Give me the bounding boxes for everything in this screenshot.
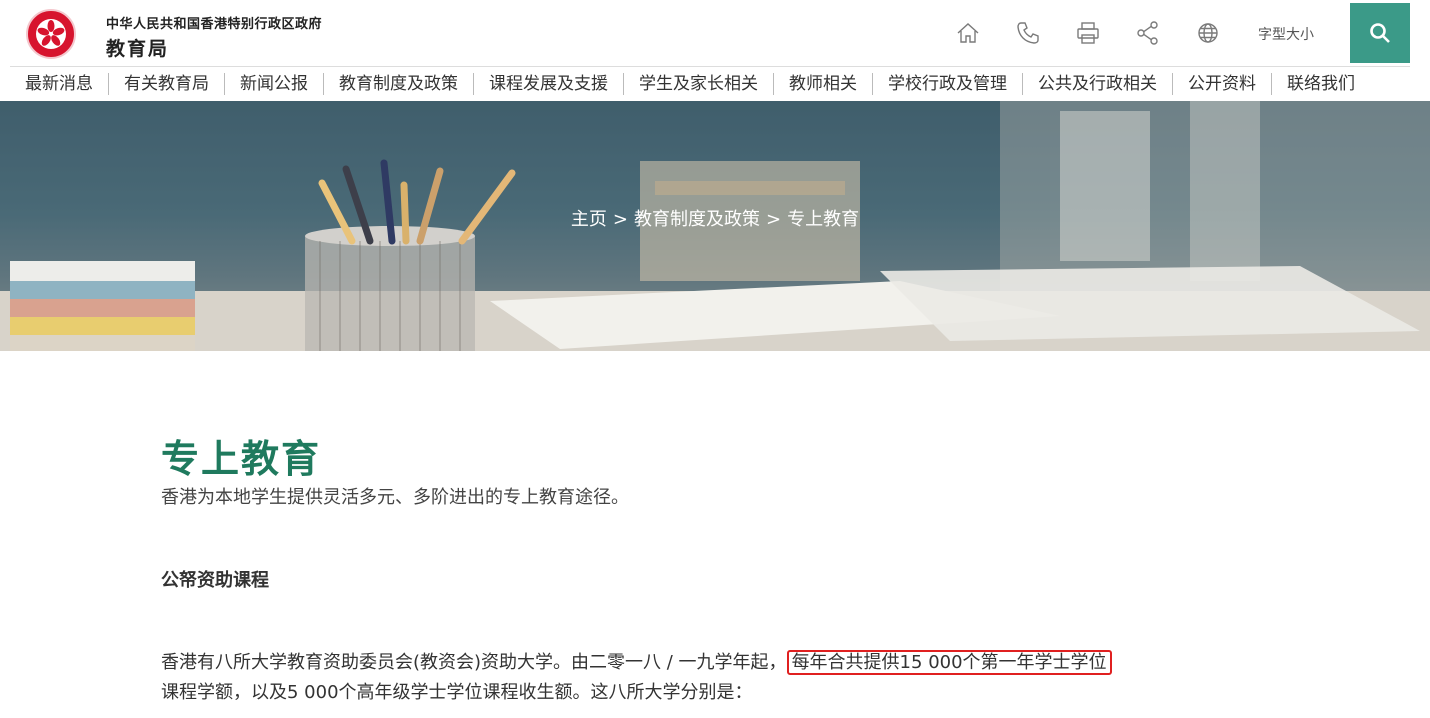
- section-heading-funded-programmes: 公帑资助课程: [161, 570, 269, 591]
- print-icon[interactable]: [1073, 18, 1103, 48]
- hksar-emblem-logo[interactable]: [26, 9, 88, 59]
- nav-item-about-edb[interactable]: 有关教育局: [109, 72, 225, 95]
- phone-icon[interactable]: [1013, 18, 1043, 48]
- nav-item-latest-news[interactable]: 最新消息: [10, 72, 109, 95]
- nav-item-public-admin[interactable]: 公共及行政相关: [1023, 72, 1173, 95]
- nav-item-students-parents[interactable]: 学生及家长相关: [624, 72, 774, 95]
- government-name: 中华人民共和国香港特别行政区政府: [106, 17, 323, 32]
- breadcrumb: 主页 > 教育制度及政策 > 专上教育: [0, 205, 1430, 231]
- highlighted-text: 每年合共提供15 000个第一年学士学位: [786, 650, 1112, 675]
- nav-item-public-info[interactable]: 公开资料: [1173, 72, 1272, 95]
- page-subtitle: 香港为本地学生提供灵活多元、多阶进出的专上教育途径。: [161, 487, 629, 508]
- intro-paragraph: 香港有八所大学教育资助委员会(教资会)资助大学。由二零一八 / 一九学年起， 每年…: [161, 648, 1271, 708]
- breadcrumb-parent-link[interactable]: 教育制度及政策: [634, 209, 760, 230]
- nav-item-press-releases[interactable]: 新闻公报: [225, 72, 324, 95]
- bureau-name[interactable]: 教育局: [106, 34, 169, 61]
- breadcrumb-separator: >: [612, 209, 628, 230]
- nav-item-education-system[interactable]: 教育制度及政策: [324, 72, 474, 95]
- bauhinia-emblem-icon: [26, 9, 76, 59]
- hero-banner: 主页 > 教育制度及政策 > 专上教育: [0, 101, 1430, 351]
- page-title: 专上教育: [161, 437, 322, 481]
- nav-item-teachers[interactable]: 教师相关: [774, 72, 873, 95]
- home-icon[interactable]: [953, 18, 983, 48]
- paragraph-text: 课程学额，以及5 000个高年级学士学位课程收生额。这八所大学分别是：: [161, 682, 753, 703]
- nav-item-school-admin[interactable]: 学校行政及管理: [873, 72, 1023, 95]
- paragraph-text: 香港有八所大学教育资助委员会(教资会)资助大学。由二零一八 / 一九学年起，: [161, 652, 787, 673]
- search-icon: [1370, 23, 1390, 43]
- share-icon[interactable]: [1133, 18, 1163, 48]
- breadcrumb-separator: >: [766, 209, 782, 230]
- main-nav: 最新消息 有关教育局 新闻公报 教育制度及政策 课程发展及支援 学生及家长相关 …: [10, 66, 1410, 100]
- nav-item-contact-us[interactable]: 联络我们: [1272, 73, 1370, 95]
- breadcrumb-home-link[interactable]: 主页: [571, 209, 607, 230]
- search-button[interactable]: [1350, 3, 1410, 63]
- globe-icon[interactable]: [1193, 18, 1223, 48]
- nav-item-curriculum[interactable]: 课程发展及支援: [474, 72, 624, 95]
- font-size-button[interactable]: 字型大小: [1258, 24, 1314, 44]
- breadcrumb-current: 专上教育: [787, 209, 860, 230]
- site-header: 中华人民共和国香港特别行政区政府 教育局 字型大小: [0, 0, 1430, 66]
